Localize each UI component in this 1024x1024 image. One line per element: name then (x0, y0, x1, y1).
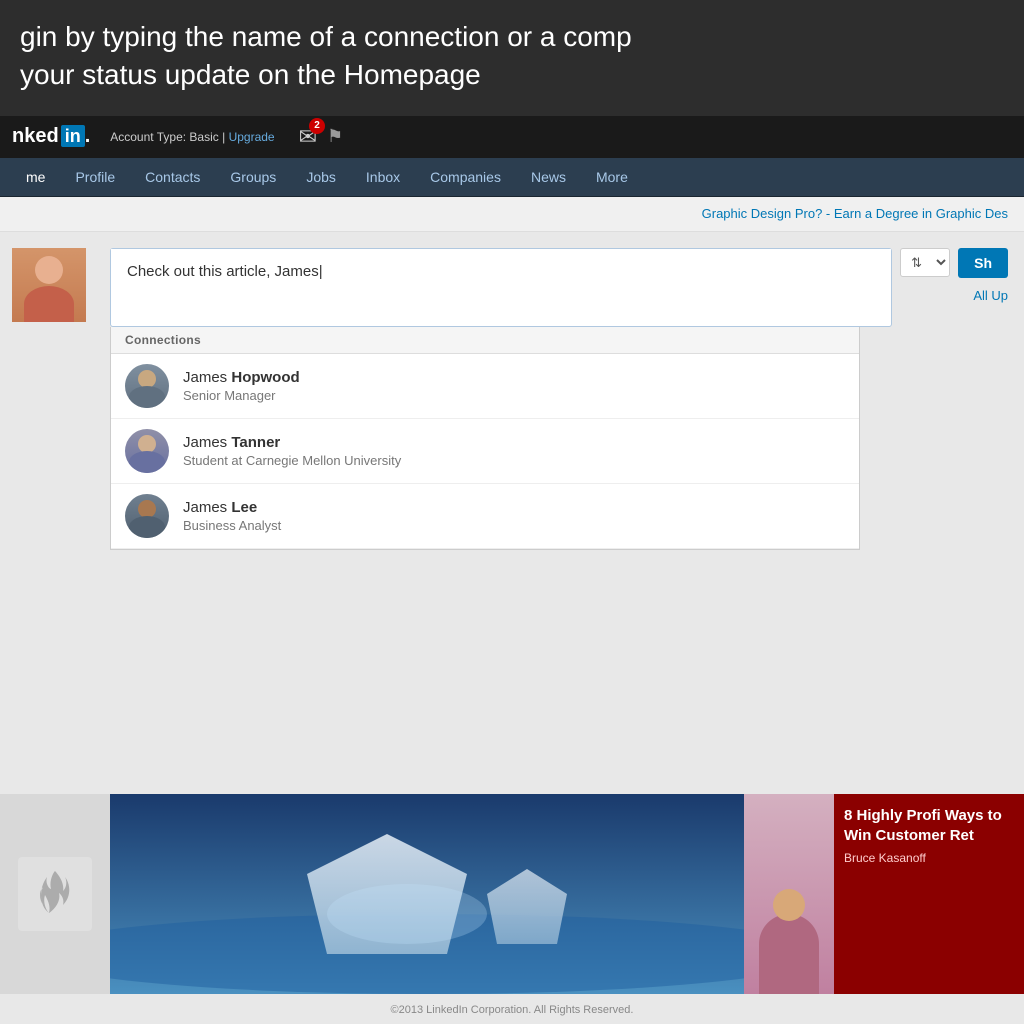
nav-menu: me Profile Contacts Groups Jobs Inbox Co… (0, 158, 1024, 197)
tanner-info: James Tanner Student at Carnegie Mellon … (183, 434, 401, 468)
flag-icon[interactable]: ⚑ (327, 126, 343, 147)
article-author: Bruce Kasanoff (844, 851, 1014, 865)
main-content: Connections James Hopwood Senior Manager (0, 232, 1024, 550)
article-text: 8 Highly Profi Ways to Win Customer Ret … (834, 794, 1024, 994)
ad-banner: Graphic Design Pro? - Earn a Degree in G… (0, 197, 1024, 232)
linkedin-nav: nkedin. Account Type: Basic | Upgrade ✉ … (0, 116, 1024, 158)
brand-text: nked (12, 125, 59, 147)
page-wrapper: gin by typing the name of a connection o… (0, 0, 1024, 1024)
all-updates-label: All Up (973, 288, 1008, 303)
feed-image-svg (110, 794, 744, 994)
tanner-avatar (125, 429, 169, 473)
ad-link[interactable]: Graphic Design Pro? - Earn a Degree in G… (702, 206, 1008, 221)
article-thumbnail (744, 794, 834, 994)
banner-line1: gin by typing the name of a connection o… (20, 18, 1004, 56)
lee-title: Business Analyst (183, 518, 281, 533)
connections-dropdown: Connections James Hopwood Senior Manager (110, 327, 860, 550)
nav-item-profile[interactable]: Profile (61, 158, 129, 196)
share-button[interactable]: Sh (958, 248, 1008, 278)
hopwood-title: Senior Manager (183, 388, 300, 403)
connection-item-lee[interactable]: James Lee Business Analyst (111, 484, 859, 549)
nav-item-groups[interactable]: Groups (216, 158, 290, 196)
nav-item-contacts[interactable]: Contacts (131, 158, 214, 196)
footer: ©2013 LinkedIn Corporation. All Rights R… (0, 996, 1024, 1024)
hopwood-info: James Hopwood Senior Manager (183, 369, 300, 403)
feed-image (110, 794, 744, 994)
nav-item-inbox[interactable]: Inbox (352, 158, 414, 196)
notification-badge: 2 (309, 118, 325, 134)
account-type-label: Account Type: Basic | Upgrade (110, 130, 274, 144)
article-card[interactable]: 8 Highly Profi Ways to Win Customer Ret … (744, 794, 1024, 994)
status-update-box (110, 248, 892, 327)
center-content: Connections James Hopwood Senior Manager (110, 248, 892, 550)
nav-item-news[interactable]: News (517, 158, 580, 196)
article-headline: 8 Highly Profi Ways to Win Customer Ret (844, 806, 1014, 845)
top-banner: gin by typing the name of a connection o… (0, 0, 1024, 116)
linkedin-logo: nkedin. (12, 125, 90, 148)
company-avatar (18, 857, 92, 931)
nav-item-jobs[interactable]: Jobs (292, 158, 350, 196)
bottom-left-section (0, 794, 110, 994)
tanner-name: James Tanner (183, 434, 401, 451)
hopwood-name: James Hopwood (183, 369, 300, 386)
nav-icons: ✉ 2 ⚑ (299, 124, 344, 150)
tanner-title: Student at Carnegie Mellon University (183, 453, 401, 468)
bottom-section: 8 Highly Profi Ways to Win Customer Ret … (0, 794, 1024, 994)
copyright-text: ©2013 LinkedIn Corporation. All Rights R… (391, 1004, 634, 1016)
nav-item-companies[interactable]: Companies (416, 158, 515, 196)
lee-info: James Lee Business Analyst (183, 499, 281, 533)
nav-item-me[interactable]: me (12, 158, 59, 196)
in-badge: in (61, 125, 85, 147)
status-input[interactable] (111, 249, 891, 321)
nav-item-more[interactable]: More (582, 158, 642, 196)
visibility-select[interactable]: ⇅ (900, 248, 950, 277)
mail-icon-wrap[interactable]: ✉ 2 (299, 124, 317, 150)
connection-item-hopwood[interactable]: James Hopwood Senior Manager (111, 354, 859, 419)
left-avatar-section (0, 248, 110, 550)
share-row: ⇅ Sh (900, 248, 1008, 278)
connection-item-tanner[interactable]: James Tanner Student at Carnegie Mellon … (111, 419, 859, 484)
upgrade-link[interactable]: Upgrade (229, 130, 275, 144)
lee-name: James Lee (183, 499, 281, 516)
lee-avatar (125, 494, 169, 538)
banner-line2: your status update on the Homepage (20, 56, 1004, 94)
hopwood-avatar (125, 364, 169, 408)
user-avatar (12, 248, 86, 322)
fire-icon (35, 869, 75, 919)
connections-header: Connections (111, 327, 859, 354)
